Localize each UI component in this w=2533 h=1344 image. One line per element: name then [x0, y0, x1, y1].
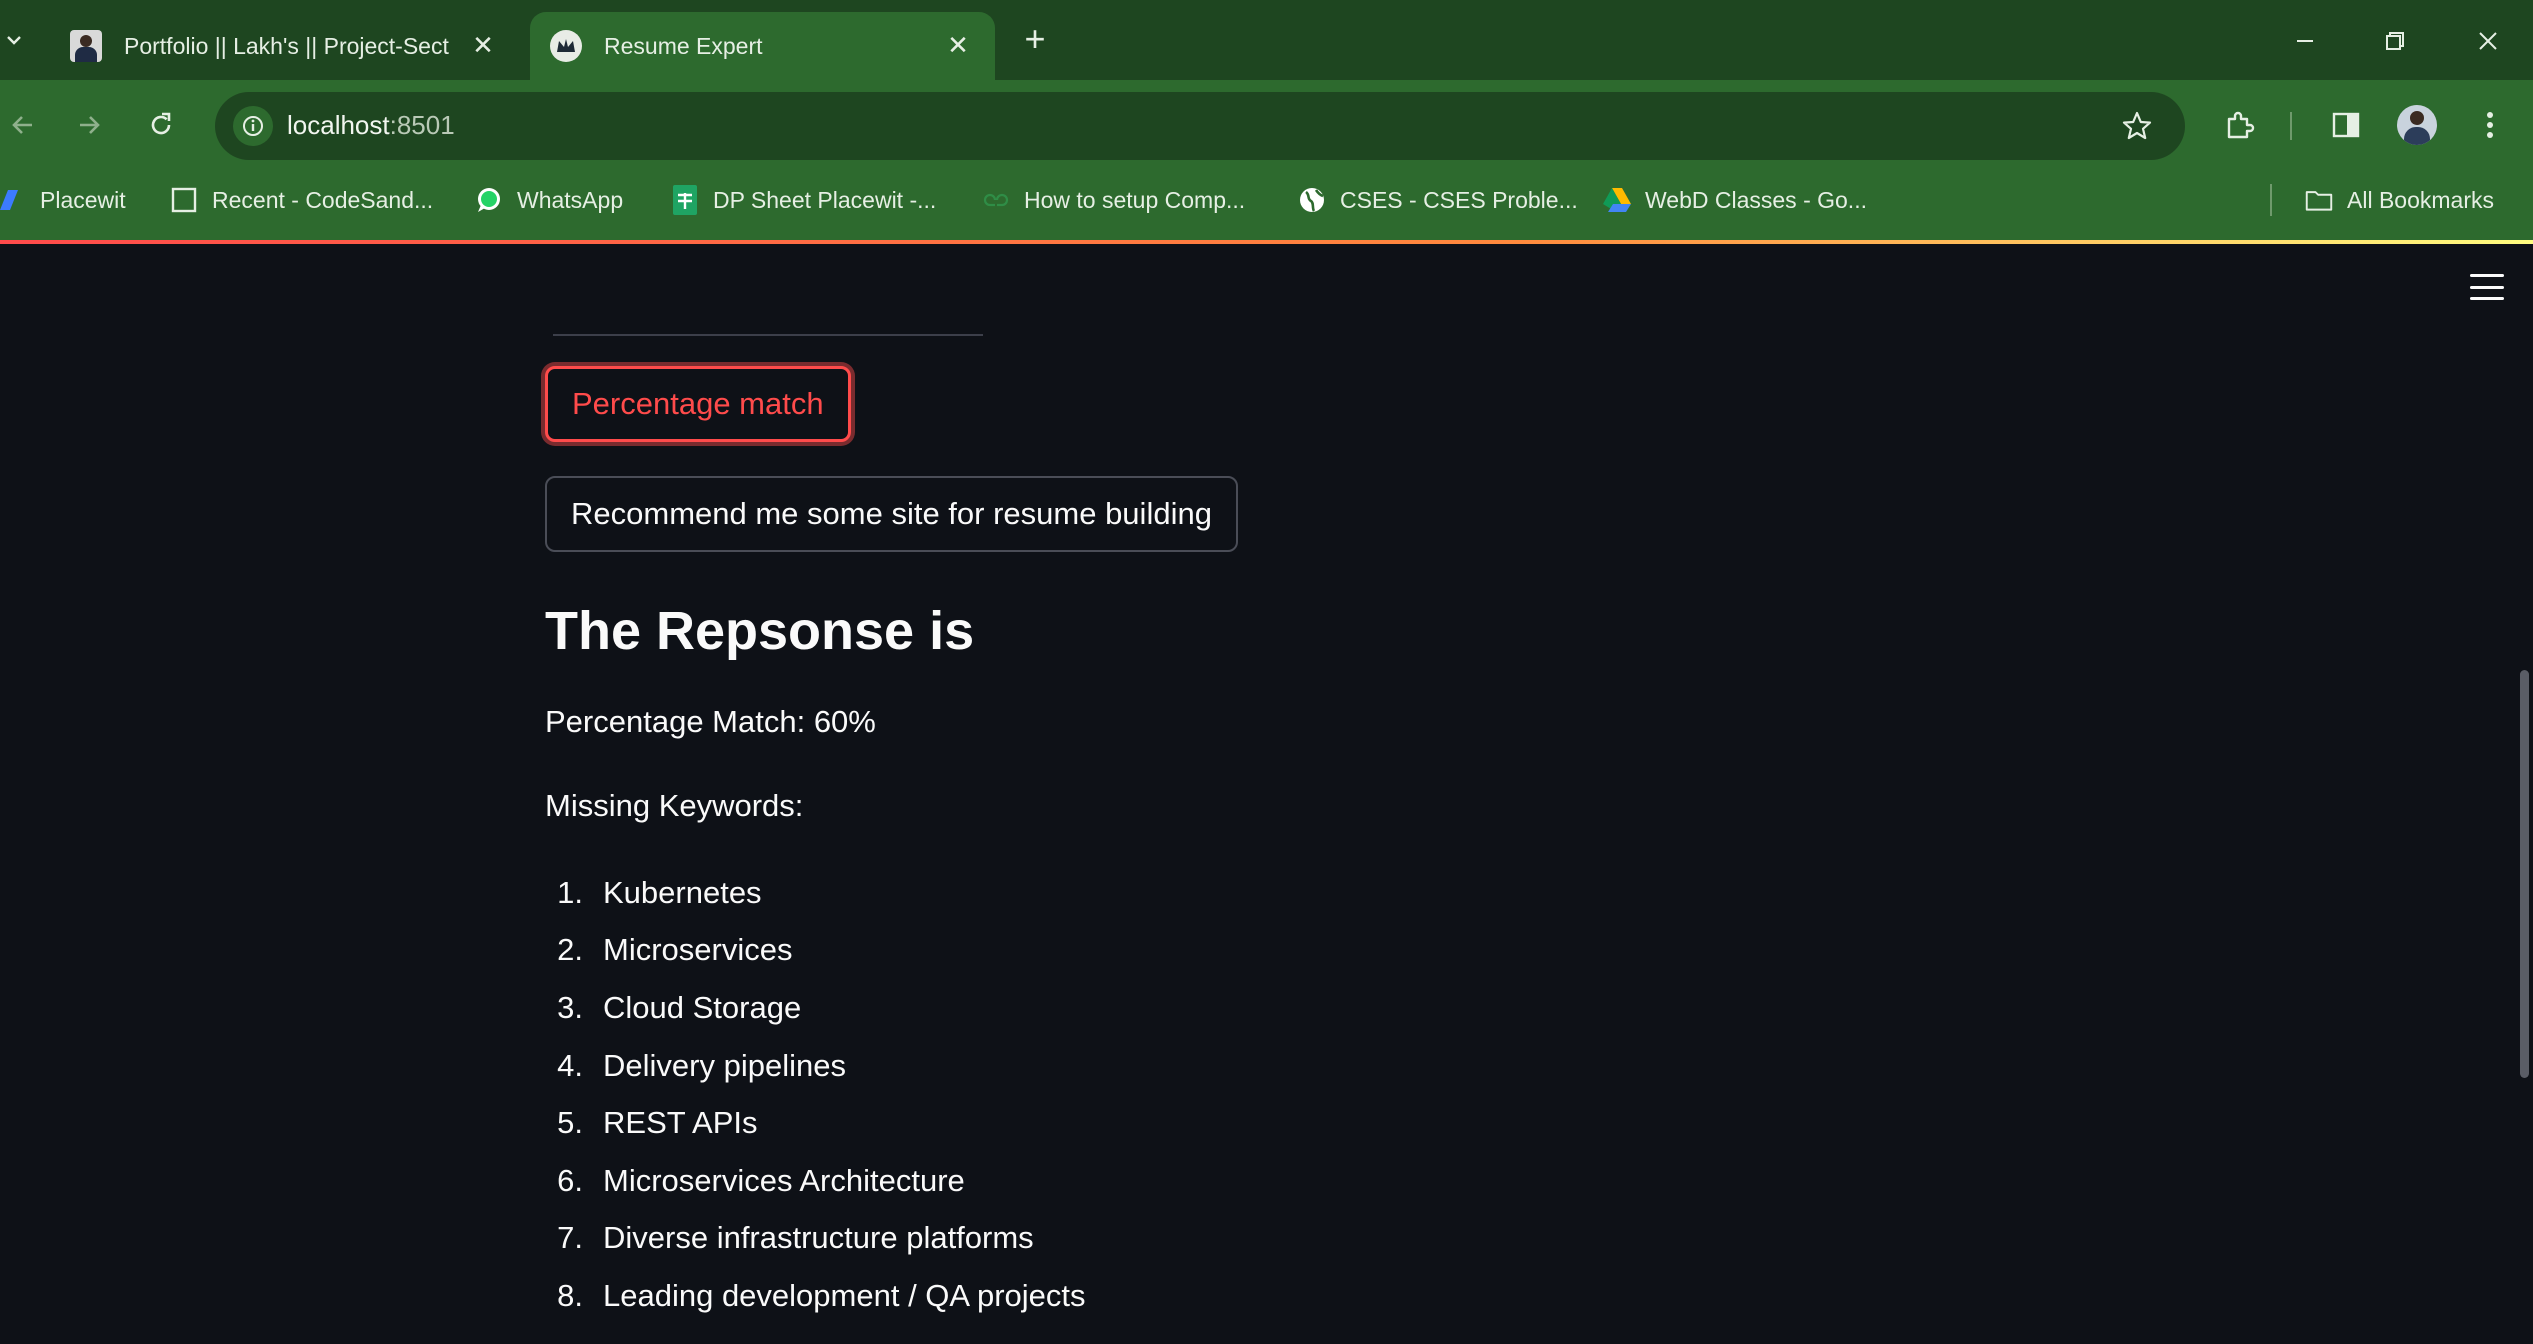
all-bookmarks-folder[interactable]: All Bookmarks: [2305, 172, 2494, 228]
address-bar[interactable]: localhost:8501: [215, 92, 2185, 160]
side-panel-icon[interactable]: [2323, 102, 2369, 148]
tab-title: Portfolio || Lakh's || Project-Sect: [124, 32, 449, 59]
reload-icon[interactable]: [138, 102, 184, 148]
percentage-match-button[interactable]: Percentage match: [545, 366, 851, 442]
recommend-sites-button[interactable]: Recommend me some site for resume buildi…: [545, 476, 1238, 552]
google-sheets-icon: [671, 185, 699, 215]
portrait-favicon-icon: [70, 30, 102, 62]
keyword-text: Microservices Architecture: [603, 1162, 965, 1198]
bookmark-webd-classes[interactable]: WebD Classes - Go...: [1603, 172, 1867, 228]
list-number: 6.: [557, 1162, 583, 1198]
list-item: 4. Delivery pipelines: [545, 1037, 1086, 1095]
list-number: 2.: [557, 932, 583, 968]
keyword-text: Diverse infrastructure platforms: [603, 1220, 1034, 1256]
browser-toolbar: localhost:8501: [0, 80, 2533, 172]
more-menu-kebab-icon[interactable]: [2467, 102, 2513, 148]
url-text: localhost:8501: [287, 110, 455, 140]
bookmark-label: WebD Classes - Go...: [1645, 186, 1867, 213]
keyword-text: Delivery pipelines: [603, 1047, 846, 1083]
keyword-text: Leading development / QA projects: [603, 1277, 1086, 1313]
list-number: 3.: [557, 989, 583, 1025]
close-tab-icon[interactable]: ✕: [468, 30, 498, 60]
list-number: 8.: [557, 1277, 583, 1313]
globe-icon: [1298, 186, 1326, 214]
bookmark-placewit[interactable]: Placewit: [0, 172, 126, 228]
list-item: 1. Kubernetes: [545, 864, 1086, 922]
bookmark-cses[interactable]: CSES - CSES Proble...: [1298, 172, 1578, 228]
list-item: 6. Microservices Architecture: [545, 1152, 1086, 1210]
list-item: 7. Diverse infrastructure platforms: [545, 1210, 1086, 1268]
app-main: Percentage match Recommend me some site …: [0, 244, 2533, 1344]
tab-resume-expert[interactable]: Resume Expert ✕: [530, 12, 995, 80]
bookmarks-separator: [2270, 184, 2272, 216]
streamlit-crown-favicon-icon: [550, 30, 582, 62]
bookmark-label: Recent - CodeSand...: [212, 186, 434, 213]
close-tab-icon[interactable]: ✕: [943, 30, 973, 60]
list-item: 3. Cloud Storage: [545, 979, 1086, 1037]
close-window-icon[interactable]: [2465, 18, 2511, 64]
placewit-icon: [0, 186, 18, 214]
bookmark-label: CSES - CSES Proble...: [1340, 186, 1578, 213]
site-info-icon[interactable]: [233, 106, 273, 146]
page-scrollbar[interactable]: [2520, 670, 2529, 1078]
bookmark-label: How to setup Comp...: [1024, 186, 1246, 213]
list-number: 7.: [557, 1220, 583, 1256]
percentage-match-text: Percentage Match: 60%: [545, 704, 876, 739]
restore-icon[interactable]: [2372, 18, 2418, 64]
minimize-icon[interactable]: [2282, 18, 2328, 64]
list-item: 2. Microservices: [545, 922, 1086, 980]
tab-strip: Portfolio || Lakh's || Project-Sect ✕ Re…: [0, 0, 2533, 80]
bookmark-star-icon[interactable]: [2119, 108, 2155, 144]
bookmark-whatsapp[interactable]: WhatsApp: [475, 172, 623, 228]
hamburger-menu-icon[interactable]: [2470, 274, 2504, 300]
keyword-text: REST APIs: [603, 1105, 758, 1141]
tab-title: Resume Expert: [604, 32, 763, 59]
bookmarks-bar: Placewit Recent - CodeSand... WhatsApp D…: [0, 172, 2533, 242]
bookmark-dp-sheet[interactable]: DP Sheet Placewit -...: [671, 172, 936, 228]
all-bookmarks-label: All Bookmarks: [2347, 186, 2494, 213]
keyword-text: Kubernetes: [603, 874, 762, 910]
list-item: 8. Leading development / QA projects: [545, 1267, 1086, 1325]
profile-avatar[interactable]: [2397, 105, 2437, 145]
folder-icon: [2305, 186, 2333, 214]
forward-arrow-icon[interactable]: [66, 102, 112, 148]
whatsapp-icon: [475, 186, 503, 214]
tab-portfolio[interactable]: Portfolio || Lakh's || Project-Sect ✕: [50, 12, 520, 80]
list-number: 1.: [557, 874, 583, 910]
missing-keywords-list: 1. Kubernetes 2. Microservices 3. Cloud Sto…: [545, 864, 1086, 1325]
bookmark-label: WhatsApp: [517, 186, 624, 213]
bookmark-label: DP Sheet Placewit -...: [713, 186, 937, 213]
response-heading: The Repsonse is: [545, 601, 975, 661]
gfg-icon: [982, 186, 1010, 214]
list-number: 5.: [557, 1105, 583, 1141]
keyword-text: Microservices: [603, 932, 793, 968]
bookmark-gfg[interactable]: How to setup Comp...: [982, 172, 1245, 228]
bookmark-label: Placewit: [40, 186, 126, 213]
list-number: 4.: [557, 1047, 583, 1083]
codesandbox-icon: [170, 186, 198, 214]
toolbar-separator: [2290, 112, 2292, 140]
google-drive-icon: [1603, 186, 1631, 214]
list-item: 5. REST APIs: [545, 1094, 1086, 1152]
back-arrow-icon[interactable]: [0, 102, 46, 148]
missing-keywords-label: Missing Keywords:: [545, 788, 804, 823]
bookmark-codesandbox[interactable]: Recent - CodeSand...: [170, 172, 433, 228]
extensions-puzzle-icon[interactable]: [2216, 102, 2262, 148]
tab-search-chevron-icon[interactable]: [0, 20, 28, 60]
keyword-text: Cloud Storage: [603, 989, 802, 1025]
new-tab-plus-icon[interactable]: +: [1018, 21, 1052, 57]
input-underline: [553, 334, 983, 336]
